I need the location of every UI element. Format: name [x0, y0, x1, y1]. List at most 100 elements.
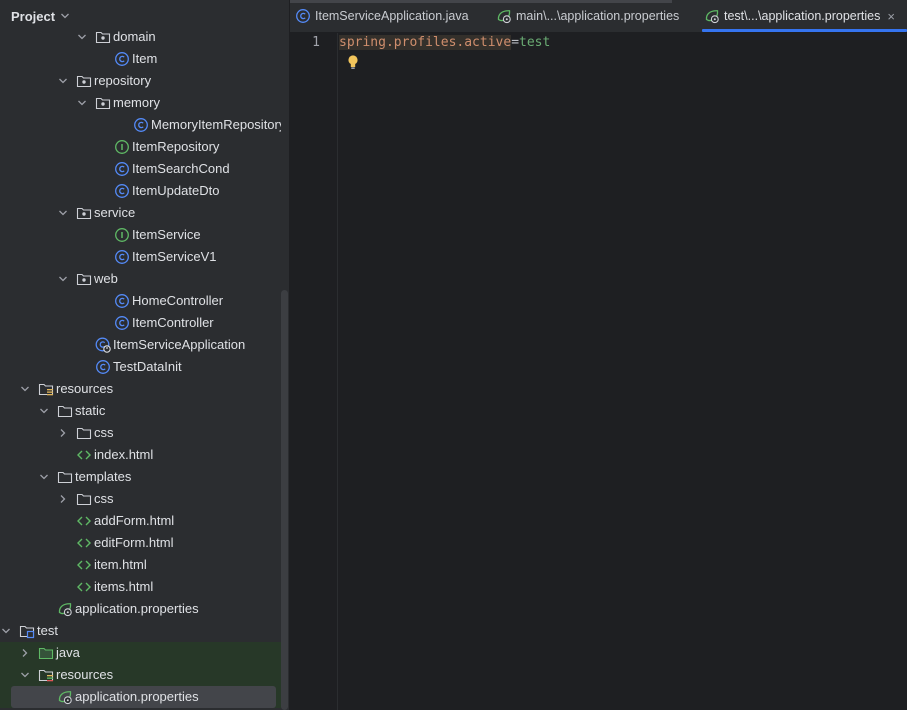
- chevron-down-icon[interactable]: [38, 470, 50, 484]
- interface-icon: [114, 227, 130, 243]
- tree-row[interactable]: service: [0, 202, 281, 224]
- tree-row[interactable]: ItemService: [0, 224, 281, 246]
- tree-scrollbar-thumb[interactable]: [281, 290, 288, 710]
- chevron-down-icon[interactable]: [57, 272, 69, 286]
- code-line[interactable]: spring.profiles.active=test: [339, 35, 550, 50]
- class-icon: [114, 161, 130, 177]
- editor-tabs: ItemServiceApplication.java main\...\appl…: [290, 0, 907, 33]
- tree-item-label: items.html: [94, 579, 154, 594]
- spring-properties-icon: [704, 8, 720, 24]
- tree-row[interactable]: ItemSearchCond: [0, 158, 281, 180]
- tree-item-label: css: [94, 491, 114, 506]
- project-tree: domain Item repository memory MemoryItemRepo…: [0, 26, 285, 708]
- package-folder-icon: [76, 73, 92, 89]
- tree-row[interactable]: editForm.html: [0, 532, 281, 554]
- class-icon: [114, 315, 130, 331]
- chevron-right-icon[interactable]: [19, 646, 31, 660]
- tree-row[interactable]: ItemUpdateDto: [0, 180, 281, 202]
- package-folder-icon: [95, 95, 111, 111]
- project-title[interactable]: Project: [11, 9, 55, 24]
- package-folder-icon: [95, 29, 111, 45]
- property-value[interactable]: test: [519, 35, 550, 50]
- tree-item-label: resources: [56, 381, 114, 396]
- chevron-down-icon[interactable]: [76, 96, 88, 110]
- tree-item-label: static: [75, 403, 106, 418]
- package-folder-icon: [76, 271, 92, 287]
- chevron-down-icon[interactable]: [57, 206, 69, 220]
- chevron-down-icon[interactable]: [60, 11, 70, 21]
- chevron-down-icon[interactable]: [0, 624, 12, 638]
- editor-tab[interactable]: test\...\application.properties ×: [704, 0, 895, 32]
- chevron-down-icon[interactable]: [19, 382, 31, 396]
- chevron-right-icon[interactable]: [57, 492, 69, 506]
- tree-item-label: application.properties: [75, 689, 199, 704]
- resources-folder-icon: [38, 381, 54, 397]
- tree-row[interactable]: addForm.html: [0, 510, 281, 532]
- chevron-down-icon[interactable]: [57, 74, 69, 88]
- spring-properties-icon: [496, 8, 512, 24]
- tree-row[interactable]: TestDataInit: [0, 356, 281, 378]
- tree-row[interactable]: MemoryItemRepository: [0, 114, 285, 136]
- editor-tab[interactable]: main\...\application.properties: [496, 0, 679, 32]
- tree-row[interactable]: resources: [0, 664, 281, 686]
- property-key[interactable]: spring.profiles.active: [339, 35, 512, 50]
- tree-row[interactable]: Item: [0, 48, 281, 70]
- tree-row[interactable]: static: [0, 400, 281, 422]
- tree-row[interactable]: templates: [0, 466, 281, 488]
- class-icon: [295, 8, 311, 24]
- tab-label: main\...\application.properties: [516, 9, 680, 23]
- chevron-right-icon[interactable]: [57, 426, 69, 440]
- tree-row[interactable]: repository: [0, 70, 281, 92]
- tree-item-label: repository: [94, 73, 152, 88]
- tree-row[interactable]: java: [0, 642, 281, 664]
- html-icon: [76, 579, 92, 595]
- folder-icon: [57, 403, 73, 419]
- tree-row[interactable]: css: [0, 488, 281, 510]
- editor-area: ItemServiceApplication.java main\...\appl…: [290, 0, 907, 710]
- tree-row[interactable]: ItemServiceV1: [0, 246, 281, 268]
- tree-row[interactable]: items.html: [0, 576, 281, 598]
- html-icon: [76, 513, 92, 529]
- tree-row[interactable]: item.html: [0, 554, 281, 576]
- class-icon: [114, 293, 130, 309]
- package-folder-icon: [76, 205, 92, 221]
- tree-row[interactable]: resources: [0, 378, 281, 400]
- tree-row[interactable]: ItemRepository: [0, 136, 281, 158]
- tree-item-label: ItemServiceV1: [132, 249, 217, 264]
- tree-row[interactable]: web: [0, 268, 281, 290]
- tree-row[interactable]: test: [0, 620, 281, 642]
- tree-item-label: memory: [113, 95, 160, 110]
- line-number: 1: [312, 35, 320, 50]
- property-separator[interactable]: =: [511, 35, 519, 50]
- chevron-down-icon[interactable]: [19, 668, 31, 682]
- chevron-down-icon[interactable]: [38, 404, 50, 418]
- tree-row[interactable]: ItemServiceApplication: [0, 334, 281, 356]
- tree-row[interactable]: domain: [0, 26, 281, 48]
- spring-properties-icon: [57, 689, 73, 705]
- tree-row[interactable]: memory: [0, 92, 281, 114]
- class-icon: [114, 183, 130, 199]
- close-icon[interactable]: ×: [887, 9, 895, 24]
- tree-item-label: editForm.html: [94, 535, 174, 550]
- editor-tab[interactable]: ItemServiceApplication.java: [295, 0, 469, 32]
- spring-properties-icon: [57, 601, 73, 617]
- class-icon: [114, 51, 130, 67]
- tree-row[interactable]: application.properties: [0, 598, 281, 620]
- tree-item-label: domain: [113, 29, 156, 44]
- chevron-down-icon[interactable]: [76, 30, 88, 44]
- tree-item-label: MemoryItemRepository: [151, 117, 286, 132]
- lightbulb-icon[interactable]: [347, 54, 359, 70]
- class-icon: [133, 117, 149, 133]
- tree-item-label: templates: [75, 469, 132, 484]
- tree-row[interactable]: application.properties: [0, 686, 281, 708]
- tree-row[interactable]: HomeController: [0, 290, 281, 312]
- editor-gutter: 1: [290, 33, 338, 710]
- tree-item-label: HomeController: [132, 293, 224, 308]
- tree-row[interactable]: ItemController: [0, 312, 281, 334]
- tab-label: ItemServiceApplication.java: [315, 9, 469, 23]
- class-icon: [95, 359, 111, 375]
- tree-row[interactable]: css: [0, 422, 281, 444]
- tree-item-label: service: [94, 205, 136, 220]
- tree-row[interactable]: index.html: [0, 444, 281, 466]
- project-panel: Project domain Item repository memory Memory…: [0, 0, 290, 710]
